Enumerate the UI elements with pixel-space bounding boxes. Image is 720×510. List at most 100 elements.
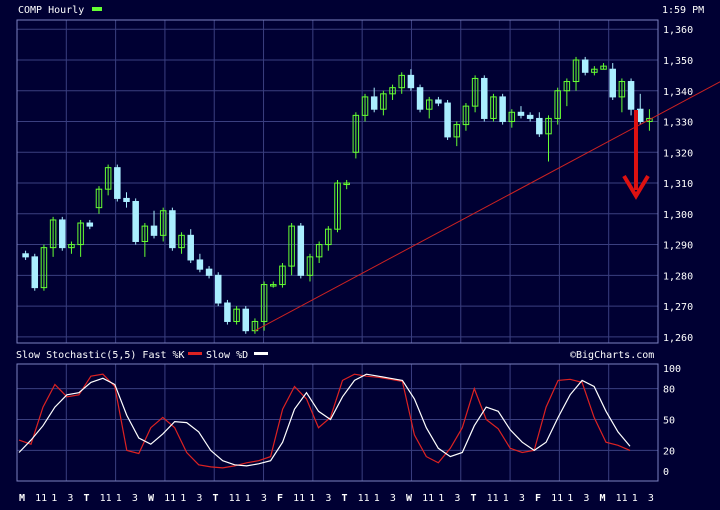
candle-body [609,68,616,98]
x-tick-label: 11 [422,493,434,504]
x-tick-label: 3 [132,493,138,504]
candle-body [581,59,589,73]
x-tick-label: M [19,493,25,504]
price-y-tick: 1,310 [663,179,693,190]
candle-body [536,117,543,135]
stoch-y-tick: 100 [663,364,681,375]
candle [416,84,424,113]
candle [242,306,250,334]
x-tick-label: 1 [245,493,251,504]
price-y-tick: 1,360 [663,25,693,36]
x-tick-label: 3 [67,493,73,504]
x-tick-label: 11 [35,493,47,504]
candle-body [517,111,525,116]
candle-body [169,210,176,249]
candle-body [132,200,139,242]
candle-body [297,225,305,276]
price-y-tick: 1,270 [663,302,693,313]
candle-body [435,99,442,104]
x-tick-label: 3 [583,493,589,504]
credit: ©BigCharts.com [570,350,654,361]
x-tick-label: 11 [616,493,628,504]
x-tick-label: 3 [390,493,396,504]
candle [114,164,121,202]
x-tick-label: M [600,493,606,504]
candle-body [636,108,644,123]
timestamp: 1:59 PM [662,5,704,16]
candle-body [22,253,29,258]
x-tick-label: 11 [100,493,112,504]
candle-body [224,302,231,322]
candle-body [416,87,424,110]
x-tick-label: 1 [438,493,444,504]
candle-body [370,96,378,110]
x-tick-label: 11 [293,493,305,504]
x-tick-label: F [535,493,541,504]
x-tick-label: 1 [374,493,380,504]
x-tick-label: 11 [229,493,241,504]
x-tick-label: 1 [309,493,315,504]
candle-body [526,114,534,119]
chart-canvas: COMP Hourly 1:59 PM 1,260 1,270 1,280 1,290… [0,0,720,510]
x-tick-label: 1 [180,493,186,504]
stoch-y-tick: 50 [663,416,675,427]
price-y-tick: 1,280 [663,271,693,282]
x-tick-label: 3 [196,493,202,504]
price-y-tick: 1,260 [663,333,693,344]
candle-body [481,77,488,119]
x-tick-label: W [148,493,155,504]
stoch-y-tick: 0 [663,467,669,478]
x-tick-label: 11 [164,493,176,504]
price-y-tick: 1,340 [663,87,693,98]
x-tick-label: T [84,493,90,504]
price-y-tick: 1,330 [663,118,693,129]
x-tick-label: 11 [551,493,563,504]
candle-body [187,234,194,261]
x-tick-label: 1 [503,493,509,504]
fast-k-swatch [188,352,202,355]
candle [581,56,589,76]
chart-title: COMP Hourly [18,5,84,16]
candle [59,216,66,251]
candle-body [627,81,635,110]
price-y-tick: 1,300 [663,210,693,221]
x-tick-label: 11 [487,493,499,504]
candle [499,93,506,125]
candle-body [242,308,250,332]
candle-body [214,274,222,304]
candle-body [196,259,204,270]
candle-body [205,268,213,276]
x-tick-label: 3 [648,493,654,504]
candle-body [499,96,506,123]
candle [444,99,451,140]
candle-body [150,225,158,236]
candle-body [407,74,415,89]
candle-body [123,197,130,202]
candle-body [444,102,451,138]
x-tick-label: 1 [51,493,57,504]
candle-body [86,222,94,227]
candle-body [31,256,39,289]
x-tick-label: 3 [519,493,525,504]
x-tick-label: 1 [116,493,122,504]
x-tick-label: 3 [261,493,267,504]
x-tick-label: F [277,493,283,504]
candle [31,253,39,291]
price-y-tick: 1,320 [663,148,693,159]
title-legend-swatch [92,7,102,11]
candle [297,223,305,279]
x-tick-label: T [471,493,477,504]
x-tick-label: W [406,493,413,504]
price-y-tick: 1,290 [663,241,693,252]
stoch-y-tick: 20 [663,446,675,457]
stochastic-label: Slow Stochastic(5,5) Fast %K [16,350,185,361]
slow-d-label: Slow %D [206,350,248,361]
x-tick-label: 3 [454,493,460,504]
x-tick-label: 11 [358,493,370,504]
x-tick-label: 1 [632,493,638,504]
candle [224,299,231,325]
stoch-y-tick: 80 [663,385,675,396]
price-y-tick: 1,350 [663,56,693,67]
candle [169,207,176,251]
x-tick-label: T [213,493,219,504]
